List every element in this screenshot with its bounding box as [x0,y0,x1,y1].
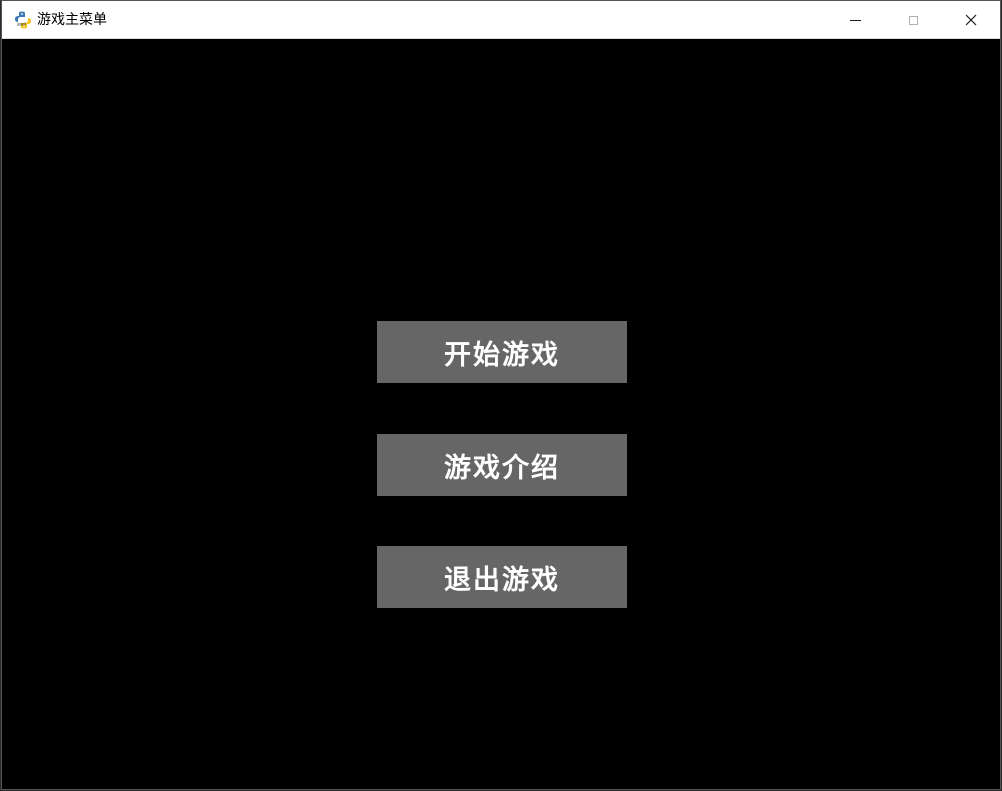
game-canvas: 开始游戏 游戏介绍 退出游戏 [2,39,1000,789]
close-icon [965,11,977,30]
pygame-snake-icon [13,10,33,30]
close-button[interactable] [942,1,1000,39]
start-game-button[interactable]: 开始游戏 [377,321,627,383]
window-title: 游戏主菜单 [37,12,107,28]
game-intro-button[interactable]: 游戏介绍 [377,434,627,496]
minimize-icon [849,19,861,21]
minimize-button[interactable] [826,1,884,39]
title-bar[interactable]: 游戏主菜单 [2,1,1000,39]
exit-game-button[interactable]: 退出游戏 [377,546,627,608]
game-window: 游戏主菜单 开始游戏 游戏介绍 退出游戏 [1,0,1001,790]
maximize-icon [908,15,918,25]
maximize-button[interactable] [884,1,942,39]
